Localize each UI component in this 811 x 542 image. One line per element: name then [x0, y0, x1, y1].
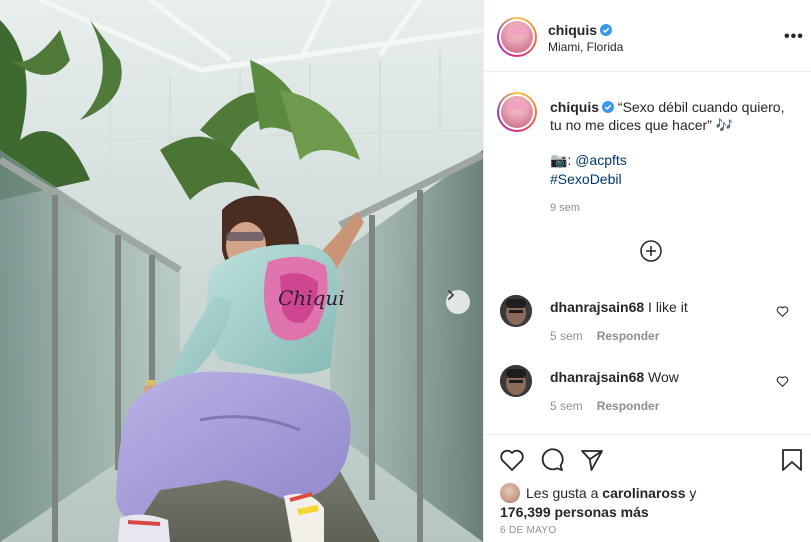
credit-handle-link[interactable]: @acpfts [575, 152, 627, 168]
liked-by-prefix: Les gusta a [526, 485, 603, 501]
photo-credit: 📷: @acpfts [550, 152, 627, 169]
verified-badge-icon [600, 24, 613, 36]
plus-circle-icon[interactable] [640, 240, 662, 262]
caption-author-username[interactable]: chiquis [550, 99, 599, 115]
caption-author-avatar[interactable] [497, 92, 537, 132]
caption-text: chiquis “Sexo débil cuando quiero, tu no… [550, 98, 800, 134]
post-location[interactable]: Miami, Florida [548, 40, 623, 54]
verified-badge-icon [602, 101, 615, 113]
commenter-username[interactable]: dhanrajsain68 [550, 369, 644, 385]
commenter-avatar[interactable] [500, 295, 532, 327]
more-options-button[interactable]: ••• [784, 28, 804, 46]
post-side-panel: chiquis Miami, Florida ••• chiquis “Sexo… [483, 0, 811, 542]
chevron-right-icon [448, 290, 455, 300]
comment-meta: 5 sem Responder [550, 399, 659, 413]
post-actions: Les gusta a carolinaross y 176,399 perso… [484, 434, 811, 542]
post-photo[interactable]: Chiqui [0, 0, 483, 542]
liker-avatar[interactable] [500, 483, 520, 503]
commenter-avatar[interactable] [500, 365, 532, 397]
caption-time-ago: 9 sem [550, 202, 580, 214]
author-avatar[interactable] [497, 17, 537, 57]
comment-time: 5 sem [550, 399, 583, 413]
commenter-username[interactable]: dhanrajsain68 [550, 299, 644, 315]
caption-line-2: tu no me dices que hacer” [550, 117, 712, 133]
liked-by-connector: y [685, 485, 697, 501]
bookmark-icon[interactable] [779, 447, 805, 473]
camera-emoji: 📷: [550, 152, 576, 168]
hashtag-link[interactable]: #SexoDebil [550, 171, 622, 187]
paper-plane-icon[interactable] [579, 447, 605, 473]
heart-icon[interactable] [776, 375, 789, 388]
comment-time: 5 sem [550, 329, 583, 343]
comment-body: dhanrajsain68 I like it [550, 299, 688, 315]
liked-by-user-link[interactable]: carolinaross [602, 485, 685, 501]
comment-item: dhanrajsain68 I like it 5 sem Responder [484, 295, 811, 355]
author-name-row: chiquis [548, 22, 613, 40]
like-heart-icon[interactable] [499, 447, 525, 473]
comment-icon[interactable] [539, 447, 565, 473]
likes-count-link[interactable]: 176,399 personas más [500, 504, 649, 520]
comment-text: I like it [648, 299, 688, 315]
comment-meta: 5 sem Responder [550, 329, 659, 343]
heart-icon[interactable] [776, 305, 789, 318]
likes-summary: Les gusta a carolinaross y 176,399 perso… [500, 483, 800, 521]
svg-text:Chiqui: Chiqui [278, 286, 345, 310]
author-username[interactable]: chiquis [548, 22, 597, 38]
music-notes-emoji: 🎶 [715, 117, 734, 133]
caption-line-1: “Sexo débil cuando quiero, [617, 99, 785, 115]
photo-illustration: Chiqui [0, 0, 483, 542]
post-header: chiquis Miami, Florida ••• [484, 0, 811, 72]
post-date[interactable]: 6 DE MAYO [500, 525, 556, 536]
reply-button[interactable]: Responder [597, 399, 660, 413]
comment-text: Wow [648, 369, 679, 385]
next-photo-button[interactable] [446, 290, 470, 314]
comment-item: dhanrajsain68 Wow 5 sem Responder [484, 365, 811, 425]
comment-body: dhanrajsain68 Wow [550, 369, 679, 385]
reply-button[interactable]: Responder [597, 329, 660, 343]
